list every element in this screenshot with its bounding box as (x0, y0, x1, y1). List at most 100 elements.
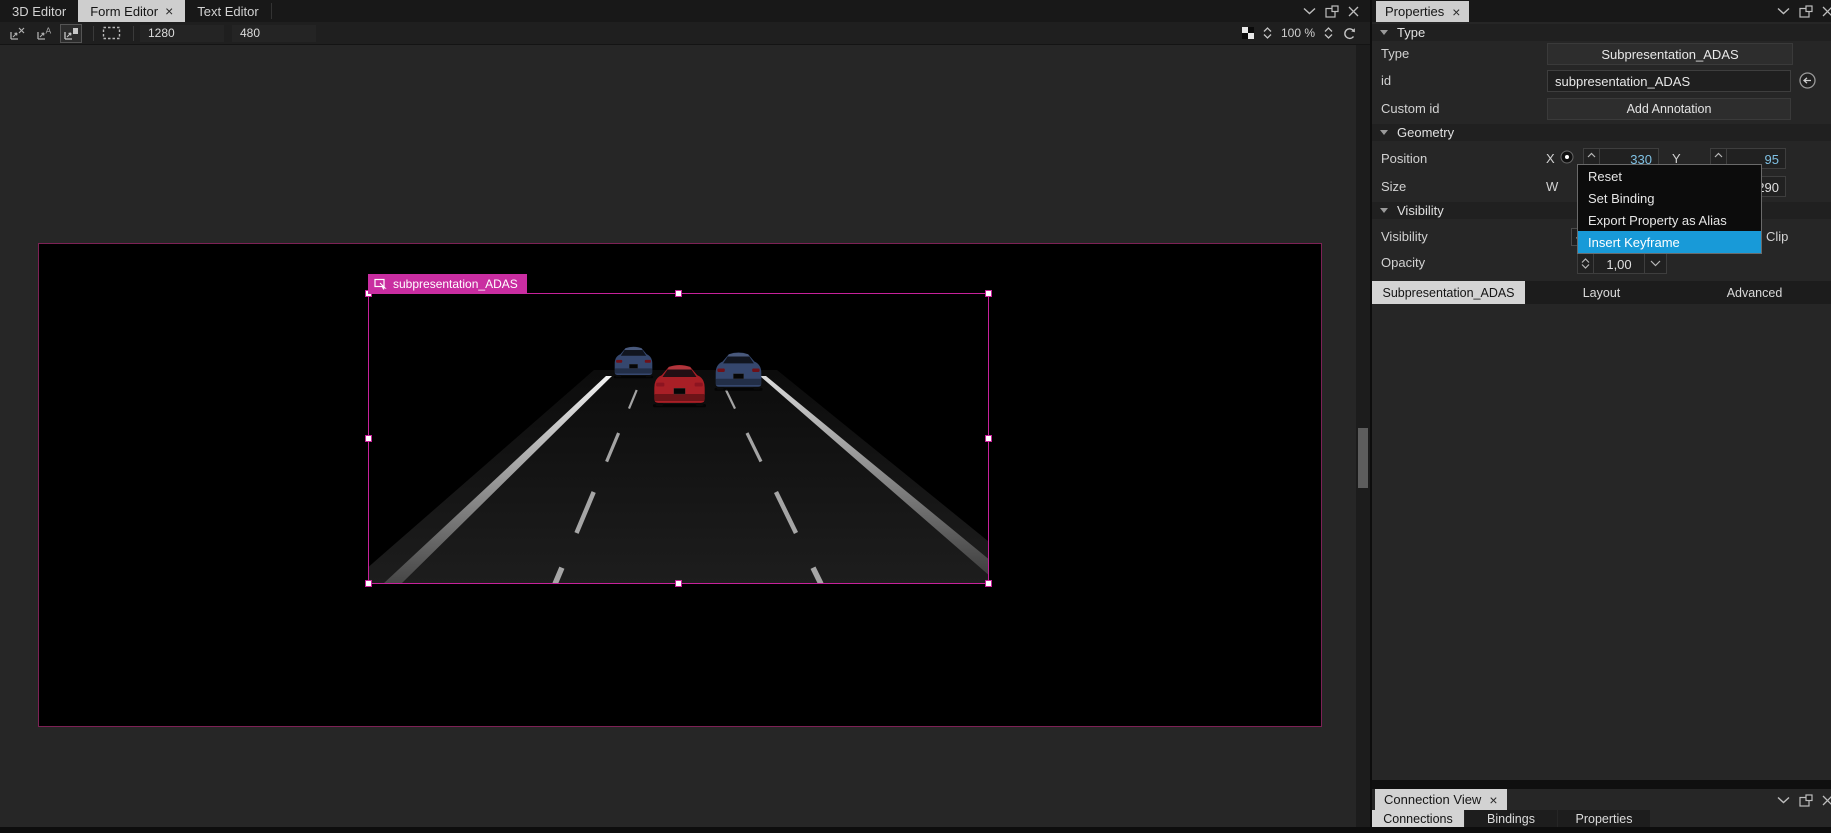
tab-label: Properties (1385, 4, 1445, 19)
selection-label[interactable]: subpresentation_ADAS (368, 274, 527, 294)
id-input[interactable] (1547, 70, 1791, 92)
snap-with-anchors-icon[interactable]: A (33, 24, 55, 43)
zoom-stepper-icon[interactable] (1324, 27, 1333, 39)
add-annotation-button[interactable]: Add Annotation (1547, 98, 1791, 120)
svg-text:A: A (45, 26, 51, 36)
tab-label: Connection View (1384, 792, 1482, 807)
tab-subpresentation-adas[interactable]: Subpresentation_ADAS (1372, 281, 1525, 304)
close-icon[interactable]: × (1489, 793, 1497, 807)
connection-view-tabs: Connections Bindings Properties (1372, 810, 1651, 828)
tab-label: Subpresentation_ADAS (1382, 285, 1515, 300)
divider (93, 25, 94, 41)
vertical-scrollbar[interactable] (1356, 45, 1370, 827)
tab-properties[interactable]: Properties × (1376, 1, 1470, 22)
panel-separator (1372, 780, 1831, 789)
tab-bindings[interactable]: Bindings (1465, 810, 1557, 828)
row-type: Type Subpresentation_ADAS (1372, 41, 1831, 67)
dropdown-chevron-icon[interactable] (1644, 254, 1666, 273)
opacity-value[interactable]: 1,00 (1594, 254, 1644, 273)
menu-item-export-property-as-alias[interactable]: Export Property as Alias (1578, 209, 1761, 231)
divider (133, 25, 134, 41)
scrollbar-thumb[interactable] (1358, 428, 1368, 488)
tab-connection-properties[interactable]: Properties (1558, 810, 1650, 828)
size-label: Size (1381, 179, 1407, 194)
connection-view-pane-buttons (1777, 789, 1831, 811)
selection-rectangle[interactable] (365, 290, 992, 587)
section-title: Visibility (1397, 203, 1444, 218)
resize-handle-top-center[interactable] (675, 290, 682, 297)
properties-empty-area (1372, 304, 1831, 780)
custom-id-label: Custom id (1381, 101, 1440, 116)
opacity-label: Opacity (1381, 255, 1426, 270)
tab-advanced[interactable]: Advanced (1678, 281, 1831, 304)
section-header-geometry[interactable]: Geometry (1372, 124, 1831, 141)
collapse-triangle-icon[interactable] (1380, 208, 1388, 213)
resize-handle-bottom-center[interactable] (675, 580, 682, 587)
tab-text-editor[interactable]: Text Editor (185, 0, 270, 22)
spin-up-down-icon[interactable] (1578, 254, 1594, 273)
tab-form-editor[interactable]: Form Editor × (78, 0, 186, 22)
tab-label: Layout (1582, 285, 1621, 300)
zoom-level[interactable]: 100 % (1281, 26, 1315, 40)
tab-label: Text Editor (197, 3, 259, 19)
float-window-icon[interactable] (1799, 4, 1813, 18)
resize-handle-top-right[interactable] (985, 290, 992, 297)
close-icon[interactable] (1822, 795, 1831, 806)
type-label: Type (1381, 46, 1410, 61)
properties-subtabs: Subpresentation_ADAS Layout Advanced (1372, 281, 1831, 304)
resize-handle-bottom-right[interactable] (985, 580, 992, 587)
resize-handle-bottom-left[interactable] (365, 580, 372, 587)
type-value-field[interactable]: Subpresentation_ADAS (1547, 43, 1793, 65)
chevron-down-icon[interactable] (1777, 796, 1790, 804)
reset-id-icon[interactable] (1798, 71, 1817, 90)
id-label: id (1381, 73, 1392, 88)
divider (270, 3, 272, 19)
zoom-stepper-icon[interactable] (1263, 27, 1272, 39)
position-label: Position (1381, 151, 1428, 166)
type-value: Subpresentation_ADAS (1601, 46, 1739, 62)
menu-item-reset[interactable]: Reset (1578, 165, 1761, 187)
snap-to-items-icon[interactable] (60, 23, 82, 43)
properties-header-bar: Properties × (1372, 0, 1831, 22)
canvas-height-field[interactable] (232, 24, 316, 42)
close-icon[interactable]: × (1452, 5, 1460, 19)
bottom-bar (0, 827, 1831, 833)
close-icon[interactable]: × (165, 4, 173, 18)
close-icon[interactable] (1822, 6, 1831, 17)
chevron-down-icon[interactable] (1777, 7, 1790, 15)
reset-zoom-icon[interactable] (1342, 27, 1356, 40)
tab-connection-view[interactable]: Connection View × (1375, 789, 1507, 810)
canvas-background-toggle-icon[interactable] (1241, 27, 1254, 39)
menu-item-set-binding[interactable]: Set Binding (1578, 187, 1761, 209)
resize-handle-middle-left[interactable] (365, 435, 372, 442)
menu-item-insert-keyframe[interactable]: Insert Keyframe (1578, 231, 1761, 253)
show-bounding-rectangles-icon[interactable] (100, 24, 122, 43)
selection-label-text: subpresentation_ADAS (393, 277, 518, 291)
close-icon[interactable] (1348, 6, 1359, 17)
zoom-controls: 100 % (1241, 26, 1356, 40)
tab-label: Connections (1383, 812, 1453, 826)
chevron-down-icon[interactable] (1303, 7, 1316, 15)
qt-design-studio-window: { "colors": { "accent_pink": "#c7219b", … (0, 0, 1831, 833)
action-indicator-icon[interactable] (1560, 150, 1574, 164)
section-header-type[interactable]: Type (1372, 24, 1831, 41)
collapse-triangle-icon[interactable] (1380, 30, 1388, 35)
tab-connections[interactable]: Connections (1372, 810, 1464, 828)
x-axis-label: X (1546, 151, 1555, 166)
visibility-label: Visibility (1381, 229, 1428, 244)
canvas-width-field[interactable] (140, 24, 224, 42)
float-window-icon[interactable] (1799, 793, 1813, 807)
button-label: Add Annotation (1626, 102, 1712, 116)
opacity-spinbox[interactable]: 1,00 (1577, 253, 1667, 274)
properties-pane-buttons (1777, 0, 1831, 22)
tab-layout[interactable]: Layout (1525, 281, 1678, 304)
properties-panel: Properties × Type Type Subpresentation_A… (1372, 0, 1831, 833)
resize-handle-middle-right[interactable] (985, 435, 992, 442)
clip-label: Clip (1766, 229, 1789, 244)
tab-3d-editor[interactable]: 3D Editor (0, 0, 78, 22)
float-window-icon[interactable] (1325, 4, 1339, 18)
form-editor-pane-buttons (1303, 0, 1359, 22)
no-snapping-icon[interactable] (6, 24, 28, 43)
tab-label: 3D Editor (12, 3, 67, 19)
collapse-triangle-icon[interactable] (1380, 130, 1388, 135)
